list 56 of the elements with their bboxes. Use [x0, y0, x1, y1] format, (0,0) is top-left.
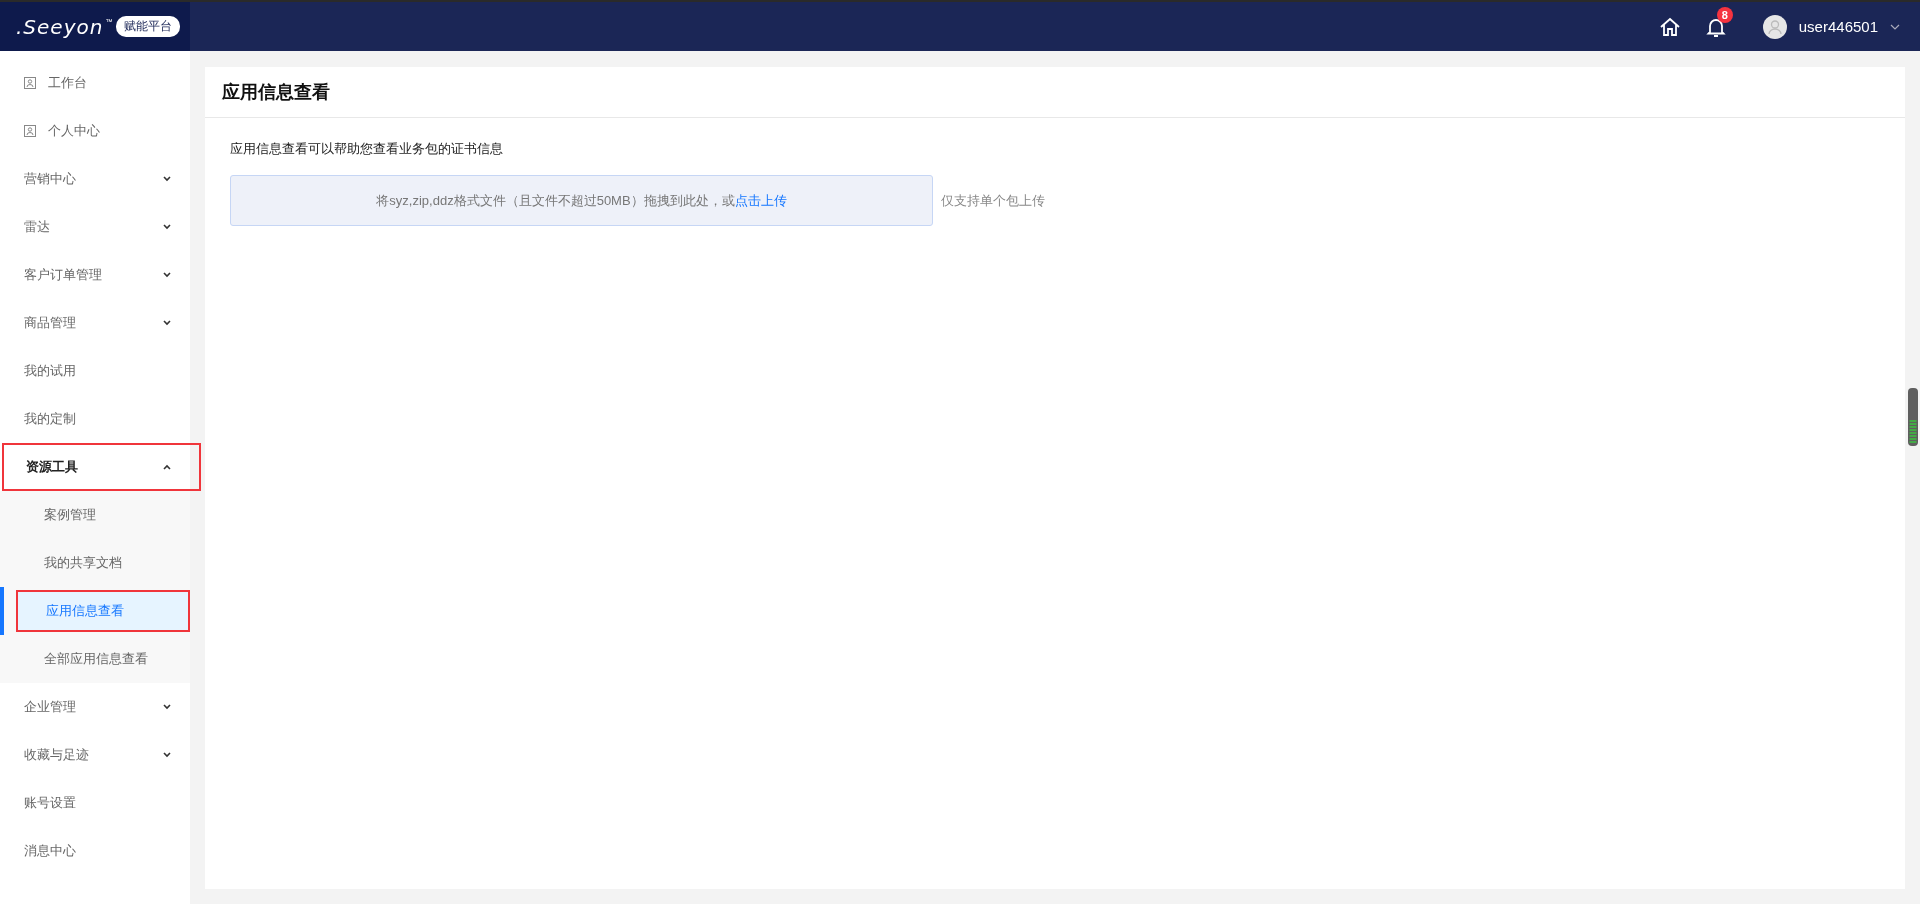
sidebar-item-label: 我的试用 — [24, 362, 77, 380]
sidebar-item-label: 消息中心 — [24, 842, 77, 860]
chevron-down-icon — [162, 176, 172, 182]
sidebar-item-label: 资源工具 — [26, 458, 79, 476]
upload-drop-zone[interactable]: 将syz,zip,ddz格式文件（且文件不超过50MB）拖拽到此处，或点击上传 — [230, 175, 933, 226]
upload-link[interactable]: 点击上传 — [734, 192, 787, 208]
sidebar-item[interactable]: 企业管理 — [0, 683, 190, 731]
sidebar-item[interactable]: 客户订单管理 — [0, 251, 190, 299]
sidebar-item[interactable]: 收藏与足迹 — [0, 731, 190, 779]
sidebar-item[interactable]: 消息中心 — [0, 827, 190, 875]
submenu-item-label: 案例管理 — [44, 506, 96, 524]
sidebar-item[interactable]: 个人中心 — [0, 107, 190, 155]
chevron-down-icon — [162, 320, 172, 326]
platform-badge: 赋能平台 — [116, 16, 181, 37]
submenu-item[interactable]: 案例管理 — [0, 491, 190, 539]
sidebar-item-label: 商品管理 — [24, 314, 77, 332]
sidebar-item-label: 企业管理 — [24, 698, 77, 716]
home-icon[interactable] — [1658, 15, 1681, 38]
chevron-down-icon — [162, 272, 172, 278]
sidebar-item[interactable]: 商品管理 — [0, 299, 190, 347]
sidebar-item[interactable]: 账号设置 — [0, 779, 190, 827]
chevron-down-icon — [162, 704, 172, 710]
contact-card-icon — [24, 125, 36, 137]
sidebar-item[interactable]: 营销中心 — [0, 155, 190, 203]
sidebar-item-label: 工作台 — [48, 74, 88, 92]
chevron-down-icon — [162, 752, 172, 758]
page-title: 应用信息查看 — [222, 81, 330, 104]
submenu-item-label: 我的共享文档 — [44, 554, 122, 572]
submenu-item[interactable]: 全部应用信息查看 — [0, 635, 190, 683]
sidebar-item-label: 我的定制 — [24, 410, 77, 428]
sidebar-item-label: 账号设置 — [24, 794, 77, 812]
submenu-item-label: 全部应用信息查看 — [44, 650, 148, 668]
upload-hint: 将syz,zip,ddz格式文件（且文件不超过50MB）拖拽到此处，或点击上传 — [376, 191, 787, 210]
sidebar-item[interactable]: 雷达 — [0, 203, 190, 251]
floating-handle-drawing[interactable] — [1908, 388, 1918, 446]
sidebar-item-label: 客户订单管理 — [24, 266, 103, 284]
sidebar-item-label: 营销中心 — [24, 170, 77, 188]
caret-icon[interactable] — [1890, 23, 1900, 30]
sidebar-item-label: 收藏与足迹 — [24, 746, 90, 764]
sidebar-item[interactable]: 资源工具 — [2, 443, 201, 491]
sidebar-item[interactable]: 我的定制 — [0, 395, 190, 443]
avatar-icon[interactable] — [1762, 14, 1787, 39]
sidebar-item-label: 个人中心 — [48, 122, 101, 140]
sidebar-item[interactable]: 我的试用 — [0, 347, 190, 395]
chevron-up-icon — [162, 464, 172, 470]
page-description: 应用信息查看可以帮助您查看业务包的证书信息 — [230, 140, 504, 158]
submenu-item[interactable]: 我的共享文档 — [0, 539, 190, 587]
contact-card-icon — [24, 77, 36, 89]
submenu-item-label: 应用信息查看 — [46, 602, 124, 620]
notification-count: 8 — [1716, 6, 1733, 23]
chevron-down-icon — [162, 224, 172, 230]
logo-text: .Seeyon — [16, 14, 104, 39]
sidebar-item[interactable]: 工作台 — [0, 59, 190, 107]
sidebar-item-label: 雷达 — [24, 218, 51, 236]
username[interactable]: user446501 — [1798, 18, 1878, 35]
upload-note: 仅支持单个包上传 — [941, 191, 1045, 210]
